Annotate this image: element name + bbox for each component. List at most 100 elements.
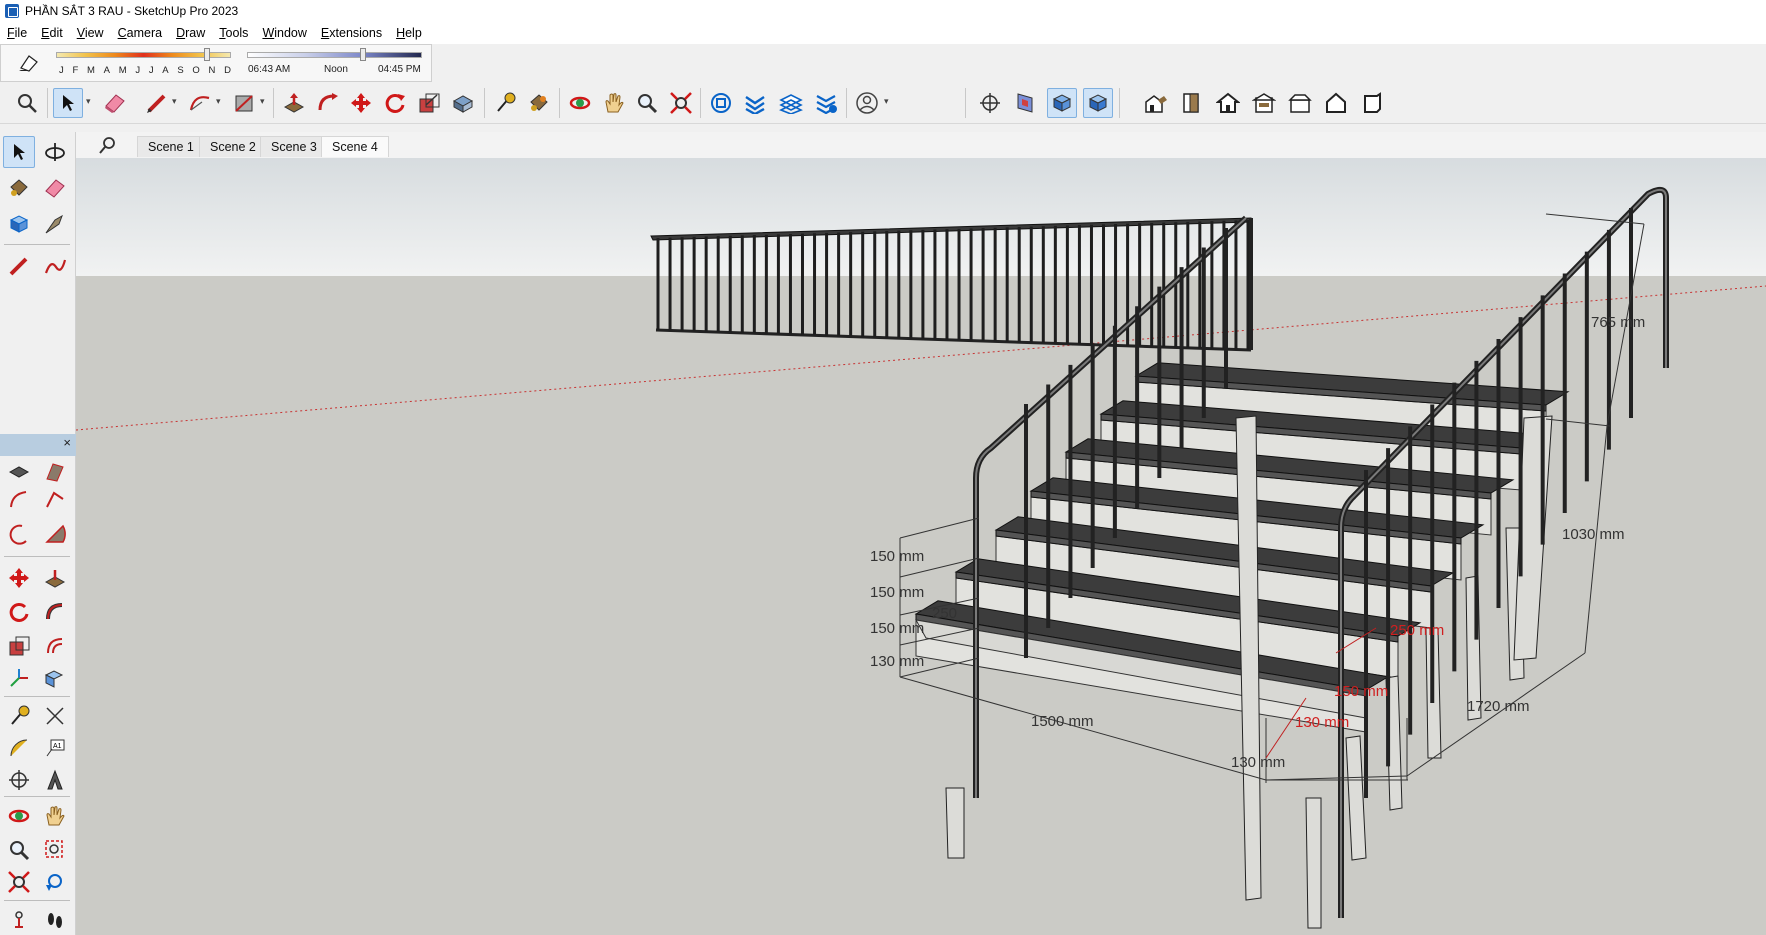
paint-bucket-tool-icon[interactable]	[3, 172, 35, 204]
bottom-view-icon[interactable]	[1357, 88, 1387, 118]
tag-tool-icon[interactable]	[39, 208, 71, 240]
orbit-camera-icon[interactable]	[3, 800, 35, 832]
sketchup-logo-icon	[5, 4, 19, 18]
tab-scene-2[interactable]: Scene 2	[199, 136, 267, 157]
axes-tool-icon[interactable]	[3, 662, 35, 694]
orbit-icon[interactable]	[565, 88, 595, 118]
position-camera-icon[interactable]	[975, 88, 1005, 118]
freehand-tool-icon[interactable]	[39, 250, 71, 282]
zoom-window-icon[interactable]	[12, 88, 42, 118]
push-pull-icon[interactable]	[279, 88, 309, 118]
previous-view-icon[interactable]	[39, 866, 71, 898]
extension-manager-icon[interactable]	[811, 88, 841, 118]
time-start-label: 06:43 AM	[248, 64, 291, 75]
model-canvas[interactable]	[76, 158, 1766, 935]
top-view-icon[interactable]	[1213, 88, 1243, 118]
components-tool-icon[interactable]	[3, 208, 35, 240]
rectangle-icon[interactable]	[229, 88, 259, 118]
right-view-icon[interactable]	[1321, 88, 1351, 118]
dimension-bottom-offset: 130 mm	[1231, 754, 1286, 771]
scale-icon[interactable]	[414, 88, 444, 118]
eraser-icon[interactable]	[100, 88, 130, 118]
select-icon[interactable]	[53, 88, 83, 118]
close-icon[interactable]: ×	[63, 435, 71, 450]
pencil-icon[interactable]	[142, 88, 172, 118]
push-pull-tool-icon[interactable]	[39, 562, 71, 594]
menu-tools[interactable]: Tools	[212, 26, 255, 40]
zoom-extents-icon[interactable]	[666, 88, 696, 118]
three-point-arc-tool-icon[interactable]	[3, 518, 35, 550]
rotate-icon[interactable]	[380, 88, 410, 118]
time-slider-thumb[interactable]	[359, 48, 366, 61]
menu-camera[interactable]: Camera	[111, 26, 169, 40]
section-cut-icon[interactable]	[1047, 88, 1077, 118]
menu-extensions[interactable]: Extensions	[314, 26, 389, 40]
section-fill-icon[interactable]	[1083, 88, 1113, 118]
zoom-icon[interactable]	[632, 88, 662, 118]
user-account-icon[interactable]	[852, 88, 882, 118]
menu-help[interactable]: Help	[389, 26, 429, 40]
follow-me-tool-icon[interactable]	[39, 596, 71, 628]
menu-view[interactable]: View	[70, 26, 111, 40]
dimension-tool-icon[interactable]	[39, 700, 71, 732]
two-point-arc-tool-icon[interactable]	[39, 484, 71, 516]
layout-icon[interactable]	[776, 88, 806, 118]
move-tool-icon[interactable]	[3, 562, 35, 594]
orbit-tool-icon[interactable]	[39, 136, 71, 168]
time-slider[interactable]	[247, 52, 422, 58]
3d-viewport[interactable]: 765 mm 1030 mm 150 mm 150 mm 250 150 mm …	[76, 158, 1766, 935]
pencil-dropdown-icon[interactable]: ▾	[172, 96, 181, 110]
scale-tool-icon[interactable]	[3, 630, 35, 662]
eraser-tool-icon[interactable]	[39, 172, 71, 204]
paint-bucket-icon[interactable]	[524, 88, 554, 118]
menu-file[interactable]: File	[0, 26, 34, 40]
pan-icon[interactable]	[599, 88, 629, 118]
tape-measure-tool-icon[interactable]	[3, 700, 35, 732]
tab-scene-3[interactable]: Scene 3	[260, 136, 328, 157]
menu-edit[interactable]: Edit	[34, 26, 70, 40]
front-view-icon[interactable]	[1176, 88, 1206, 118]
line-tool-icon[interactable]	[3, 250, 35, 282]
tray-header[interactable]: ×	[0, 434, 76, 456]
rectangle-dropdown-icon[interactable]: ▾	[260, 96, 269, 110]
walk-tool-icon[interactable]	[39, 904, 71, 935]
tape-measure-icon[interactable]	[490, 88, 520, 118]
menu-draw[interactable]: Draw	[169, 26, 212, 40]
rotate-tool-icon[interactable]	[3, 596, 35, 628]
tab-scene-1[interactable]: Scene 1	[137, 136, 205, 157]
zoom-camera-icon[interactable]	[3, 834, 35, 866]
zoom-window-camera-icon[interactable]	[39, 834, 71, 866]
tab-scene-4[interactable]: Scene 4	[321, 136, 389, 157]
offset-icon[interactable]	[448, 88, 478, 118]
arc-icon[interactable]	[185, 88, 215, 118]
extension-warehouse-icon[interactable]	[740, 88, 770, 118]
outer-shell-tool-icon[interactable]	[39, 662, 71, 694]
section-plane-icon[interactable]	[1010, 88, 1040, 118]
select-tool-icon[interactable]	[3, 136, 35, 168]
user-account-dropdown-icon[interactable]: ▾	[884, 96, 893, 110]
pan-camera-icon[interactable]	[39, 800, 71, 832]
search-icon[interactable]	[98, 135, 118, 155]
select-dropdown-icon[interactable]: ▾	[86, 96, 95, 110]
arc-dropdown-icon[interactable]: ▾	[216, 96, 225, 110]
position-camera-tool-icon[interactable]	[3, 904, 35, 935]
warehouse-icon[interactable]	[706, 88, 736, 118]
dimension-red-bottom: 130 mm	[1295, 714, 1350, 731]
axes-guide-tool-icon[interactable]	[3, 764, 35, 796]
arc-tool-icon[interactable]	[3, 484, 35, 516]
protractor-tool-icon[interactable]	[3, 732, 35, 764]
pie-tool-icon[interactable]	[39, 518, 71, 550]
iso-view-icon[interactable]	[1141, 88, 1171, 118]
month-slider-thumb[interactable]	[203, 48, 210, 61]
menu-window[interactable]: Window	[255, 26, 313, 40]
shadow-toggle-icon[interactable]	[17, 54, 39, 72]
3d-text-tool-icon[interactable]	[39, 764, 71, 796]
month-label: S	[177, 65, 184, 76]
offset-tool-icon[interactable]	[39, 630, 71, 662]
left-view-icon[interactable]	[1285, 88, 1315, 118]
back-view-icon[interactable]	[1249, 88, 1279, 118]
move-icon[interactable]	[346, 88, 376, 118]
follow-me-icon[interactable]	[313, 88, 343, 118]
text-tool-icon[interactable]: A1	[39, 732, 71, 764]
zoom-extents-camera-icon[interactable]	[3, 866, 35, 898]
